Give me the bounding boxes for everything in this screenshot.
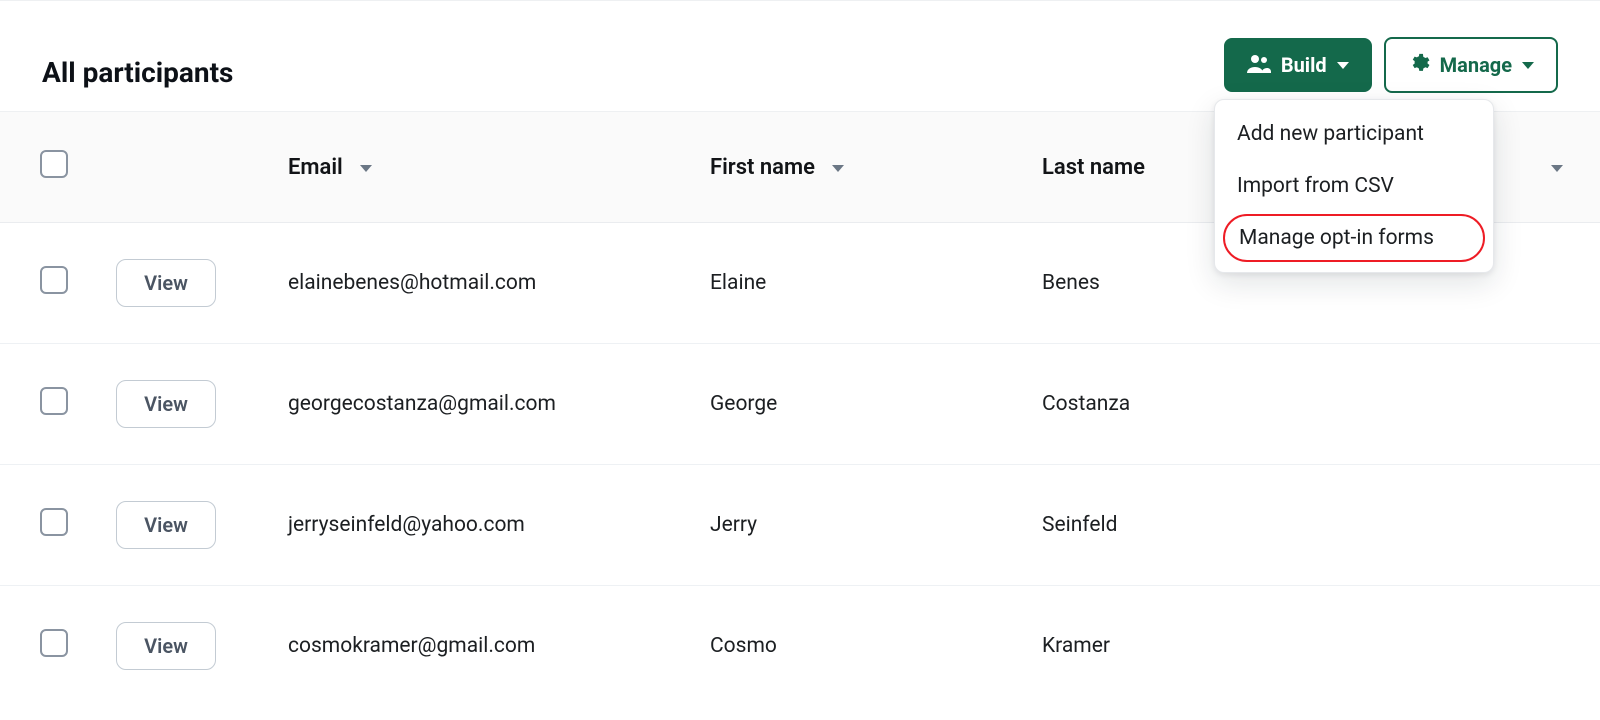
view-button[interactable]: View: [116, 622, 216, 670]
users-icon: [1247, 53, 1271, 78]
build-button[interactable]: Build: [1224, 38, 1372, 92]
cell-obscured: [1408, 344, 1600, 465]
row-checkbox[interactable]: [40, 629, 68, 657]
cell-email: georgecostanza@gmail.com: [272, 344, 694, 465]
cell-last-name: Seinfeld: [1026, 465, 1408, 586]
cell-email: elainebenes@hotmail.com: [272, 223, 694, 344]
cell-first-name: Elaine: [694, 223, 1026, 344]
column-header-first-name[interactable]: First name: [694, 112, 1026, 223]
dropdown-item[interactable]: Manage opt-in forms: [1225, 216, 1483, 260]
cell-last-name: Costanza: [1026, 344, 1408, 465]
cell-obscured: [1408, 586, 1600, 707]
column-header-blank: [100, 112, 272, 223]
manage-button-label: Manage: [1440, 53, 1512, 77]
page-title: All participants: [42, 56, 233, 89]
dropdown-item[interactable]: Add new participant: [1215, 108, 1493, 160]
column-header-email[interactable]: Email: [272, 112, 694, 223]
cell-first-name: George: [694, 344, 1026, 465]
select-all-checkbox[interactable]: [40, 150, 68, 178]
cell-email: cosmokramer@gmail.com: [272, 586, 694, 707]
page-root: All participants Build: [0, 0, 1600, 720]
cell-first-name: Cosmo: [694, 586, 1026, 707]
caret-down-icon: [1522, 62, 1534, 69]
dropdown-item[interactable]: Import from CSV: [1215, 160, 1493, 212]
sort-caret-icon: [1550, 155, 1564, 180]
column-label: Email: [288, 155, 343, 180]
column-label: Last name: [1042, 155, 1145, 180]
row-checkbox[interactable]: [40, 508, 68, 536]
build-button-label: Build: [1281, 53, 1327, 77]
caret-down-icon: [1337, 62, 1349, 69]
sort-caret-icon: [359, 155, 373, 180]
view-button[interactable]: View: [116, 259, 216, 307]
table-row: View cosmokramer@gmail.com Cosmo Kramer: [0, 586, 1600, 707]
cell-first-name: Jerry: [694, 465, 1026, 586]
header-actions: Build Manage: [1224, 37, 1558, 93]
gear-icon: [1408, 52, 1430, 79]
sort-caret-icon: [831, 155, 845, 180]
table-row: View georgecostanza@gmail.com George Cos…: [0, 344, 1600, 465]
cell-obscured: [1408, 465, 1600, 586]
row-checkbox[interactable]: [40, 387, 68, 415]
build-dropdown-menu: Add new participantImport from CSVManage…: [1214, 99, 1494, 273]
table-body: View elainebenes@hotmail.com Elaine Bene…: [0, 223, 1600, 707]
cell-email: jerryseinfeld@yahoo.com: [272, 465, 694, 586]
view-button[interactable]: View: [116, 501, 216, 549]
manage-button[interactable]: Manage: [1384, 37, 1558, 93]
column-label: First name: [710, 155, 815, 180]
view-button[interactable]: View: [116, 380, 216, 428]
row-checkbox[interactable]: [40, 266, 68, 294]
cell-last-name: Kramer: [1026, 586, 1408, 707]
table-row: View jerryseinfeld@yahoo.com Jerry Seinf…: [0, 465, 1600, 586]
